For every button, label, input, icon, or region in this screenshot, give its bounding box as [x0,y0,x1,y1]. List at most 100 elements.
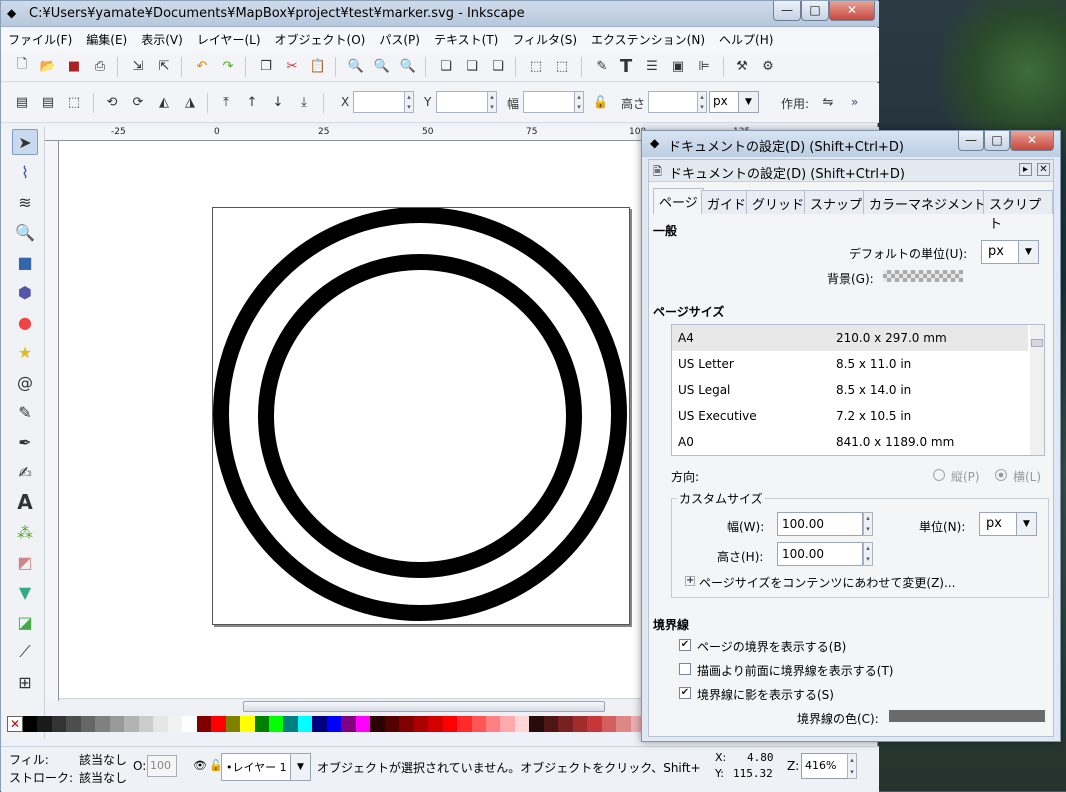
layers-icon[interactable]: ☰ [641,55,663,77]
color-swatch[interactable] [80,716,96,732]
color-swatch[interactable] [558,716,573,732]
ellipse-tool-icon[interactable]: ● [12,309,38,335]
dropper-tool-icon[interactable]: ⟋ [12,639,38,665]
color-swatch[interactable] [457,716,472,732]
fit-to-content-expander[interactable]: ページサイズをコンテンツにあわせて変更(Z)... [699,574,955,591]
cut-icon[interactable]: ✂ [281,55,303,77]
color-swatch[interactable] [543,716,559,732]
zoom-input[interactable]: 416% [801,753,849,779]
minimize-button[interactable]: — [773,1,801,21]
menu-filters[interactable]: フィルタ(S) [505,28,584,51]
background-color-swatch[interactable] [883,270,963,282]
opacity-input[interactable]: 100 [147,755,177,777]
inner-ring[interactable] [258,254,582,578]
ungroup-icon[interactable]: ⬚ [551,55,573,77]
expand-icon[interactable]: + [685,576,695,586]
outer-ring[interactable] [213,207,627,621]
dialog-maximize-button[interactable]: □ [984,131,1010,151]
dialog-title-bar[interactable]: ◆ ドキュメントの設定(D) (Shift+Ctrl+D) — □ ✕ [642,131,1060,157]
menu-file[interactable]: ファイル(F) [1,28,79,51]
eraser-tool-icon[interactable]: ◩ [12,549,38,575]
color-swatch[interactable] [500,716,515,732]
list-scroll-thumb[interactable] [1031,339,1043,347]
tab-scripting[interactable]: スクリプト [983,190,1053,232]
no-paint-swatch[interactable]: ✕ [7,716,23,732]
zoom-drawing-icon[interactable]: 🔍 [371,55,393,77]
tab-guides[interactable]: ガイド [701,190,753,214]
portrait-radio[interactable] [933,469,945,481]
default-unit-select[interactable]: px ▼ [981,240,1039,264]
color-swatch[interactable] [587,716,602,732]
color-swatch[interactable] [355,716,371,732]
color-swatch[interactable] [95,716,110,732]
horizontal-scrollbar[interactable] [59,698,645,714]
color-swatch[interactable] [616,716,631,732]
width-spinner[interactable]: ▴ ▾ [574,91,584,113]
tab-page[interactable]: ページ [653,188,704,214]
flip-horizontal-icon[interactable]: ◭ [153,91,175,113]
tab-snap[interactable]: スナップ [804,190,869,214]
more-options-icon[interactable]: » [851,95,858,109]
select-all-layers-icon[interactable]: ▤ [37,91,59,113]
color-swatch[interactable] [167,716,183,732]
color-swatch[interactable] [471,716,486,732]
color-swatch[interactable] [341,716,356,732]
color-swatch[interactable] [326,716,342,732]
color-swatch[interactable] [23,716,38,732]
menu-view[interactable]: 表示(V) [134,28,190,51]
y-input[interactable] [436,91,488,113]
paste-icon[interactable]: 📋 [307,55,329,77]
unit-select[interactable]: px ▼ [979,512,1037,536]
scrollbar-thumb[interactable] [243,701,605,712]
color-swatch[interactable] [486,716,501,732]
color-swatch[interactable] [428,716,443,732]
color-swatch[interactable] [240,716,255,732]
rectangle-tool-icon[interactable]: ■ [12,249,38,275]
lock-icon[interactable]: 🔓 [593,95,608,109]
paint-bucket-tool-icon[interactable]: ▼ [12,579,38,605]
tweak-tool-icon[interactable]: ≋ [12,189,38,215]
menu-object[interactable]: オブジェクト(O) [268,28,373,51]
gradient-tool-icon[interactable]: ◪ [12,609,38,635]
color-swatch[interactable] [312,716,327,732]
height-input[interactable] [648,91,698,113]
panel-dock-icon[interactable]: ▸ [1019,163,1032,176]
landscape-radio[interactable] [995,469,1007,481]
connector-tool-icon[interactable]: ⊞ [12,669,38,695]
color-swatch[interactable] [182,716,197,732]
height-spinner[interactable]: ▴ ▾ [863,542,873,566]
lower-to-bottom-icon[interactable]: ⤓ [293,91,315,113]
spiral-tool-icon[interactable]: @ [12,369,38,395]
show-shadow-checkbox[interactable]: ✔ [679,687,691,699]
dialog-minimize-button[interactable]: — [958,131,984,151]
selector-tool-icon[interactable]: ➤ [12,129,38,155]
zoom-page-icon[interactable]: 🔍 [397,55,419,77]
show-border-checkbox[interactable]: ✔ [679,639,691,651]
select-all-icon[interactable]: ▤ [11,91,33,113]
color-swatch[interactable] [66,716,81,732]
height-spinner[interactable]: ▴ ▾ [697,91,707,113]
visibility-icon[interactable]: 👁 [193,759,207,772]
layer-select[interactable]: •レイヤー 1 ▼ [221,753,311,781]
open-icon[interactable]: 📂 [37,55,59,77]
color-swatch[interactable] [572,716,588,732]
duplicate-icon[interactable]: ❏ [435,55,457,77]
page-size-list[interactable]: A4 210.0 x 297.0 mm US Letter 8.5 x 11.0 i… [671,324,1045,456]
xml-editor-icon[interactable]: ▣ [667,55,689,77]
color-swatch[interactable] [370,716,385,732]
pen-tool-icon[interactable]: ✒ [12,429,38,455]
color-swatch[interactable] [153,716,168,732]
preferences-icon[interactable]: ⚒ [731,55,753,77]
clone-icon[interactable]: ❏ [461,55,483,77]
lower-icon[interactable]: ↓ [267,91,289,113]
menu-path[interactable]: パス(P) [372,28,427,51]
color-swatch[interactable] [51,716,67,732]
transform-option-icon[interactable]: ⇋ [817,91,839,113]
x-input[interactable] [353,91,405,113]
zoom-selection-icon[interactable]: 🔍 [345,55,367,77]
width-input[interactable]: 100.00 [777,512,863,536]
new-document-icon[interactable]: 🗋 [11,55,33,77]
deselect-icon[interactable]: ⬚ [63,91,85,113]
menu-help[interactable]: ヘルプ(H) [712,28,780,51]
group-icon[interactable]: ⬚ [525,55,547,77]
